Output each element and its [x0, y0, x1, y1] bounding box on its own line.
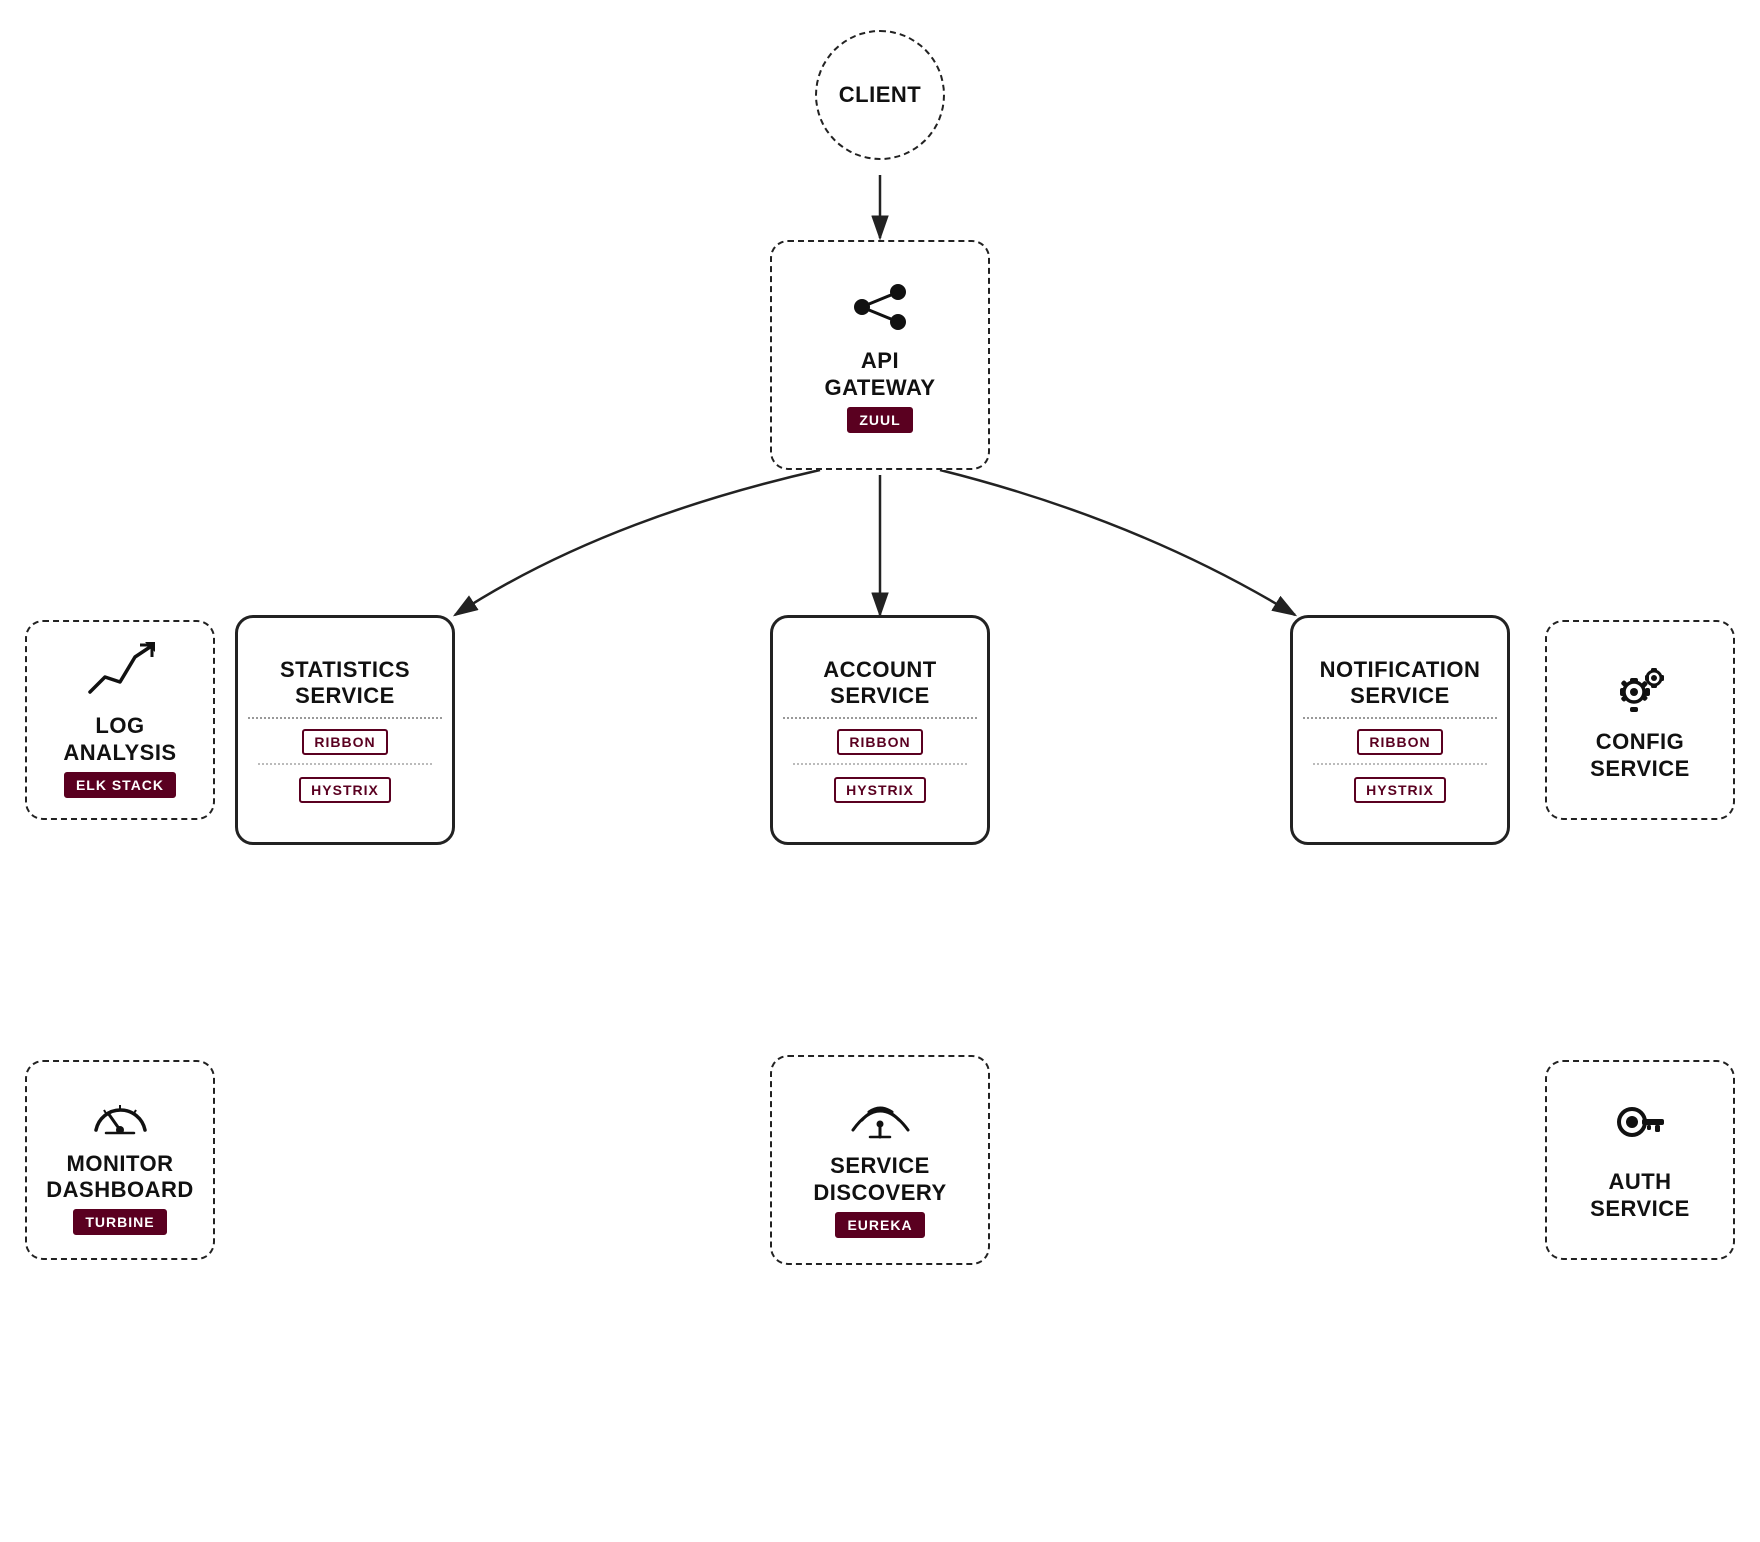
notification-label: NOTIFICATIONSERVICE — [1320, 657, 1481, 710]
statistics-service-node: STATISTICSSERVICE RIBBON HYSTRIX — [235, 615, 455, 845]
monitor-label: MONITORDASHBOARD — [46, 1151, 194, 1204]
notification-service-node: NOTIFICATIONSERVICE RIBBON HYSTRIX — [1290, 615, 1510, 845]
chart-icon — [85, 642, 155, 707]
divider3 — [1303, 717, 1497, 719]
account-badges: RIBBON HYSTRIX — [783, 725, 977, 803]
divider2 — [783, 717, 977, 719]
wifi-icon — [848, 1082, 913, 1147]
divider1 — [248, 717, 442, 719]
account-label: ACCOUNTSERVICE — [823, 657, 937, 710]
notification-ribbon-badge: RIBBON — [1357, 729, 1442, 755]
notification-badges: RIBBON HYSTRIX — [1303, 725, 1497, 803]
account-service-node: ACCOUNTSERVICE RIBBON HYSTRIX — [770, 615, 990, 845]
api-gateway-label: APIGATEWAY — [824, 348, 935, 401]
speedometer-icon — [88, 1085, 153, 1145]
api-gateway-node: APIGATEWAY ZUUL — [770, 240, 990, 470]
auth-service-node: AUTH SERVICE — [1545, 1060, 1735, 1260]
statistics-label: STATISTICSSERVICE — [280, 657, 410, 710]
eureka-badge: EUREKA — [835, 1212, 924, 1238]
key-icon — [1610, 1098, 1670, 1163]
log-analysis-node: LOGANALYSIS ELK STACK — [25, 620, 215, 820]
account-hystrix-badge: HYSTRIX — [834, 777, 926, 803]
turbine-badge: TURBINE — [73, 1209, 166, 1235]
statistics-hystrix-badge: HYSTRIX — [299, 777, 391, 803]
elk-stack-badge: ELK STACK — [64, 772, 176, 798]
client-label: CLIENT — [839, 82, 921, 108]
statistics-badges: RIBBON HYSTRIX — [248, 725, 442, 803]
service-discovery-label: SERVICEDISCOVERY — [813, 1153, 946, 1206]
auth-label: AUTH SERVICE — [1559, 1169, 1721, 1222]
notification-hystrix-badge: HYSTRIX — [1354, 777, 1446, 803]
gear-icon — [1608, 658, 1673, 723]
account-ribbon-badge: RIBBON — [837, 729, 922, 755]
log-analysis-label: LOGANALYSIS — [63, 713, 176, 766]
config-service-node: CONFIG SERVICE — [1545, 620, 1735, 820]
config-label: CONFIG SERVICE — [1559, 729, 1721, 782]
zuul-badge: ZUUL — [847, 407, 912, 433]
service-discovery-node: SERVICEDISCOVERY EUREKA — [770, 1055, 990, 1265]
share-icon — [850, 277, 910, 342]
architecture-diagram: CLIENT APIGATEWAY ZUUL — [0, 0, 1760, 1542]
client-node: CLIENT — [815, 30, 945, 160]
statistics-ribbon-badge: RIBBON — [302, 729, 387, 755]
monitor-dashboard-node: MONITORDASHBOARD TURBINE — [25, 1060, 215, 1260]
